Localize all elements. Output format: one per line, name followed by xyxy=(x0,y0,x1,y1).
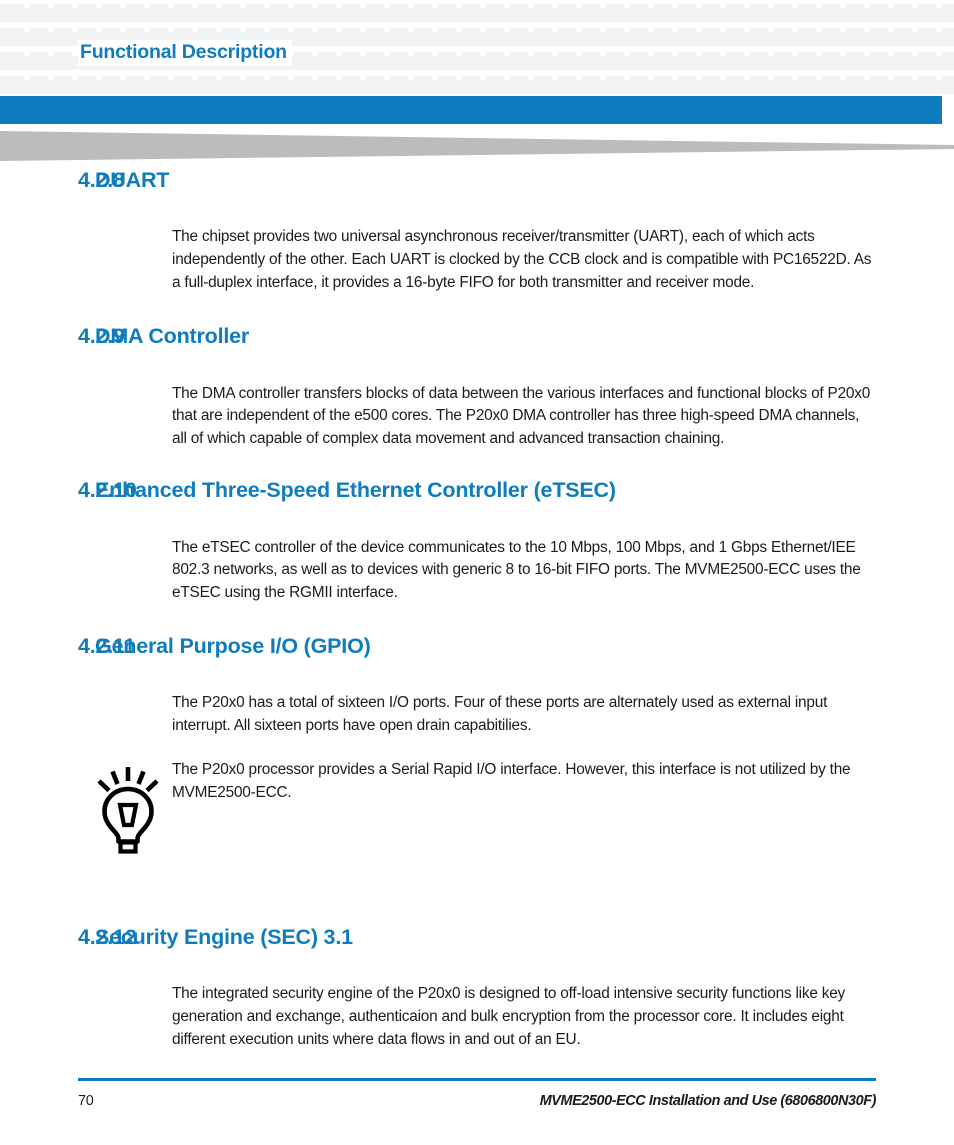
section-paragraph: The eTSEC controller of the device commu… xyxy=(172,538,861,601)
section-number: 4.2.9 xyxy=(78,324,125,349)
page-header: Functional Description xyxy=(0,0,954,96)
section-number: 4.2.12 xyxy=(78,925,137,950)
section-4-2-8: 4.2.8 DUART The chipset provides two uni… xyxy=(0,168,954,294)
footer-rule xyxy=(78,1078,876,1081)
section-heading: 4.2.11 General Purpose I/O (GPIO) xyxy=(0,634,954,659)
running-header-title: Functional Description xyxy=(78,40,292,66)
section-4-2-11: 4.2.11 General Purpose I/O (GPIO) The P2… xyxy=(0,634,954,738)
header-blue-bar xyxy=(0,96,942,124)
section-title: General Purpose I/O (GPIO) xyxy=(95,633,371,658)
section-heading: 4.2.8 DUART xyxy=(0,168,954,193)
section-number: 4.2.10 xyxy=(78,478,137,503)
section-4-2-12: 4.2.12 Security Engine (SEC) 3.1 The int… xyxy=(0,925,954,1051)
section-title: Enhanced Three-Speed Ethernet Controller… xyxy=(95,478,616,503)
header-gray-wedge xyxy=(0,131,954,161)
footer-row: 70 MVME2500-ECC Installation and Use (68… xyxy=(78,1093,876,1109)
section-number: 4.2.11 xyxy=(78,633,136,658)
section-paragraph: The P20x0 has a total of sixteen I/O por… xyxy=(172,693,828,734)
section-number: 4.2.8 xyxy=(78,168,125,192)
section-heading: 4.2.9 DMA Controller xyxy=(0,324,954,349)
tip-note-block: The P20x0 processor provides a Serial Ra… xyxy=(0,759,954,867)
lightbulb-tip-icon xyxy=(93,765,163,857)
section-heading: 4.2.10 Enhanced Three-Speed Ethernet Con… xyxy=(0,478,954,503)
section-heading: 4.2.12 Security Engine (SEC) 3.1 xyxy=(0,925,954,950)
section-title: Security Engine (SEC) 3.1 xyxy=(95,925,353,950)
section-4-2-9: 4.2.9 DMA Controller The DMA controller … xyxy=(0,324,954,450)
page-footer: 70 MVME2500-ECC Installation and Use (68… xyxy=(78,1078,876,1138)
section-paragraph: The DMA controller transfers blocks of d… xyxy=(172,384,871,447)
page-number: 70 xyxy=(78,1092,94,1109)
section-4-2-10: 4.2.10 Enhanced Three-Speed Ethernet Con… xyxy=(0,478,954,604)
document-body: 4.2.8 DUART The chipset provides two uni… xyxy=(0,168,954,1067)
section-title: DMA Controller xyxy=(95,324,250,349)
tip-note-text: The P20x0 processor provides a Serial Ra… xyxy=(172,761,851,801)
section-paragraph: The integrated security engine of the P2… xyxy=(172,985,846,1048)
section-title: DUART xyxy=(95,168,170,192)
footer-document-title: MVME2500-ECC Installation and Use (68068… xyxy=(539,1092,877,1109)
section-paragraph: The chipset provides two universal async… xyxy=(172,228,872,291)
